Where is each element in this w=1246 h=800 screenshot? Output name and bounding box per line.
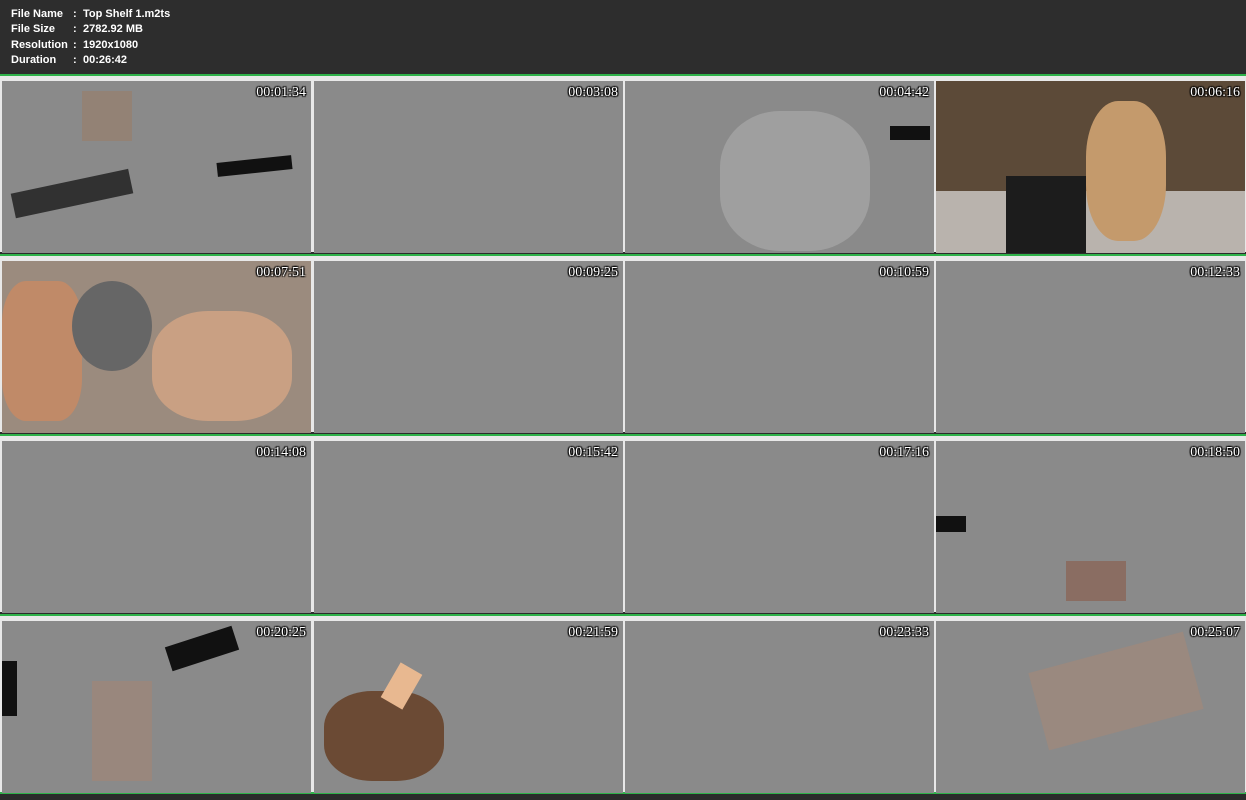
- duration-row: Duration:00:26:42: [11, 53, 127, 68]
- thumbnail-timestamp: 00:04:42: [879, 85, 929, 100]
- thumbnail-timestamp: 00:03:08: [568, 85, 618, 100]
- artifact-block: [82, 91, 132, 141]
- info-separator: :: [73, 39, 77, 51]
- artifact-block: [72, 281, 152, 371]
- thumbnail-row: 00:20:25 00:21:59 00:23:33 00:25:07: [0, 614, 1246, 794]
- resolution-row: Resolution:1920x1080: [11, 38, 138, 53]
- artifact-block: [1028, 631, 1204, 751]
- artifact-block: [720, 111, 870, 251]
- thumbnail-frame[interactable]: 00:25:07: [936, 621, 1245, 793]
- artifact-block: [10, 168, 134, 219]
- thumbnail-frame[interactable]: 00:21:59: [314, 621, 623, 793]
- thumbnail-frame[interactable]: 00:15:42: [314, 441, 623, 613]
- thumbnail-frame[interactable]: 00:12:33: [936, 261, 1245, 433]
- thumbnail-timestamp: 00:23:33: [879, 625, 929, 640]
- thumbnail-frame[interactable]: 00:04:42: [625, 81, 934, 253]
- artifact-block: [152, 311, 292, 421]
- thumbnail-timestamp: 00:01:34: [256, 85, 306, 100]
- artifact-block: [2, 661, 17, 716]
- thumbnail-timestamp: 00:21:59: [568, 625, 618, 640]
- info-separator: :: [73, 8, 77, 20]
- thumbnail-frame[interactable]: 00:20:25: [2, 621, 311, 793]
- thumbnail-timestamp: 00:07:51: [256, 265, 306, 280]
- thumbnail-frame[interactable]: 00:07:51: [2, 261, 311, 433]
- info-separator: :: [73, 23, 77, 35]
- file-size-value: 2782.92 MB: [83, 23, 143, 35]
- thumbnail-timestamp: 00:14:08: [256, 445, 306, 460]
- artifact-block: [1066, 561, 1126, 601]
- file-name-label: File Name: [11, 8, 63, 20]
- thumbnail-frame[interactable]: 00:10:59: [625, 261, 934, 433]
- artifact-block: [1086, 101, 1166, 241]
- duration-label: Duration: [11, 54, 57, 66]
- file-info-header: File Name: Top Shelf 1.m2ts File Size:278…: [0, 0, 1246, 74]
- thumbnail-timestamp: 00:06:16: [1190, 85, 1240, 100]
- duration-value: 00:26:42: [83, 54, 128, 66]
- artifact-block: [164, 625, 240, 672]
- file-name-value: Top Shelf 1.m2ts: [83, 8, 171, 20]
- thumbnail-frame[interactable]: 00:01:34: [2, 81, 311, 253]
- thumbnail-timestamp: 00:18:50: [1190, 445, 1240, 460]
- artifact-block: [216, 155, 293, 177]
- file-name-row: File Name: Top Shelf 1.m2ts: [11, 7, 170, 22]
- thumbnail-frame[interactable]: 00:23:33: [625, 621, 934, 793]
- artifact-block: [890, 126, 930, 140]
- thumbnail-frame[interactable]: 00:14:08: [2, 441, 311, 613]
- thumbnail-timestamp: 00:09:25: [568, 265, 618, 280]
- thumbnail-timestamp: 00:10:59: [879, 265, 929, 280]
- thumbnail-row: 00:14:08 00:15:42 00:17:16 00:18:50: [0, 434, 1246, 613]
- thumbnail-row: 00:07:51 00:09:25 00:10:59 00:12:33: [0, 254, 1246, 433]
- resolution-value: 1920x1080: [83, 39, 139, 51]
- thumbnail-frame[interactable]: 00:06:16: [936, 81, 1245, 253]
- file-size-label: File Size: [11, 23, 56, 35]
- artifact-block: [92, 681, 152, 781]
- thumbnail-row: 00:01:34 00:03:08 00:04:42 00:06:16: [0, 74, 1246, 253]
- thumbnail-frame[interactable]: 00:09:25: [314, 261, 623, 433]
- thumbnail-frame[interactable]: 00:03:08: [314, 81, 623, 253]
- artifact-block: [1006, 176, 1086, 253]
- artifact-block: [2, 281, 82, 421]
- artifact-block: [936, 516, 966, 532]
- thumbnail-grid: 00:01:34 00:03:08 00:04:42 00:06:16 00:0…: [0, 74, 1246, 800]
- thumbnail-timestamp: 00:15:42: [568, 445, 618, 460]
- thumbnail-timestamp: 00:17:16: [879, 445, 929, 460]
- info-separator: :: [73, 54, 77, 66]
- file-size-row: File Size:2782.92 MB: [11, 22, 143, 37]
- thumbnail-timestamp: 00:25:07: [1190, 625, 1240, 640]
- resolution-label: Resolution: [11, 39, 68, 51]
- thumbnail-frame[interactable]: 00:17:16: [625, 441, 934, 613]
- artifact-block: [324, 691, 444, 781]
- thumbnail-frame[interactable]: 00:18:50: [936, 441, 1245, 613]
- thumbnail-timestamp: 00:20:25: [256, 625, 306, 640]
- thumbnail-timestamp: 00:12:33: [1190, 265, 1240, 280]
